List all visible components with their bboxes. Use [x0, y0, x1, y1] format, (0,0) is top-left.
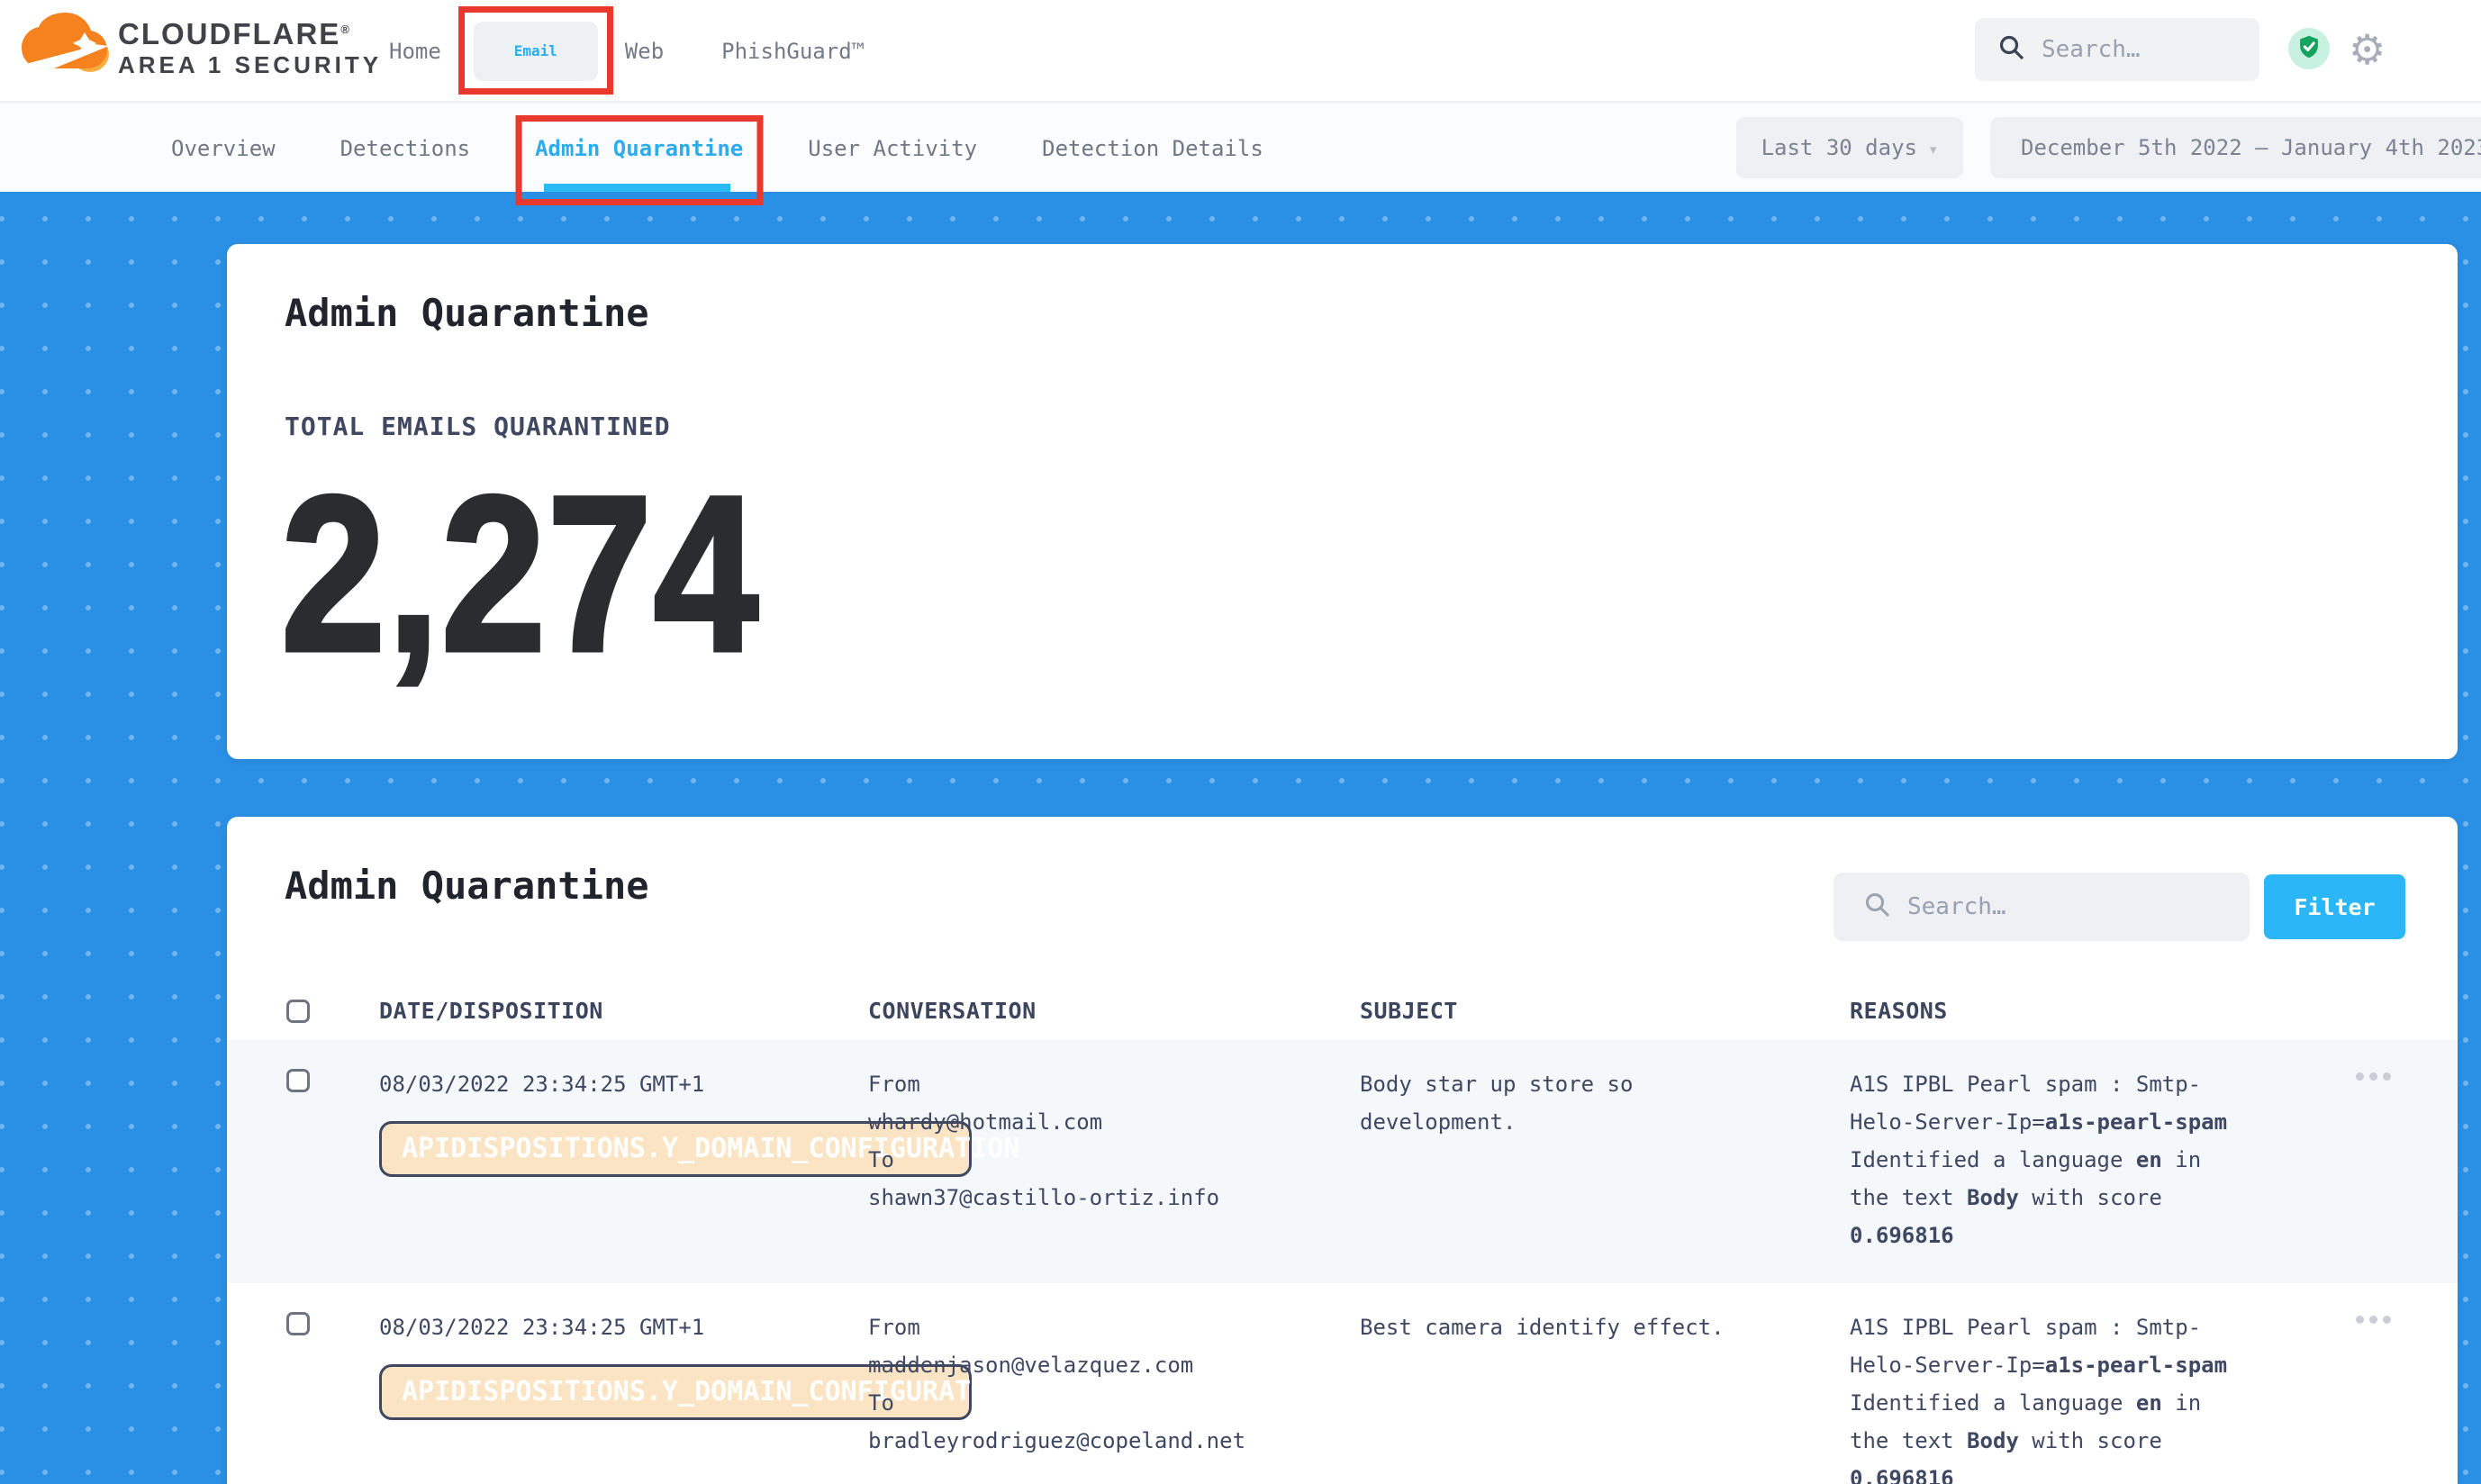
- cloudflare-logo: CLOUDFLARE® AREA 1 SECURITY: [21, 7, 382, 85]
- col-subject: SUBJECT: [1360, 998, 1850, 1024]
- primary-nav: Home Email Web PhishGuard™: [389, 0, 865, 102]
- summary-card-title: Admin Quarantine: [285, 291, 649, 335]
- tab-detection-details[interactable]: Detection Details: [1042, 104, 1263, 194]
- top-header: CLOUDFLARE® AREA 1 SECURITY Home Email W…: [0, 0, 2481, 102]
- row-conversation: From maddenjason@velazquez.com To bradle…: [868, 1283, 1360, 1484]
- row-date: 08/03/2022 23:34:25 GMT+1: [379, 1308, 868, 1346]
- row-subject: Body star up store so development.: [1360, 1065, 1756, 1141]
- from-address[interactable]: maddenjason@velazquez.com: [868, 1346, 1360, 1384]
- metric-label: TOTAL EMAILS QUARANTINED: [285, 412, 671, 441]
- col-conversation: CONVERSATION: [868, 998, 1360, 1024]
- quarantine-card-title: Admin Quarantine: [285, 864, 649, 908]
- date-range-display[interactable]: December 5th 2022 — January 4th 2023: [1990, 117, 2481, 178]
- row-checkbox[interactable]: [286, 1312, 310, 1335]
- summary-card: Admin Quarantine TOTAL EMAILS QUARANTINE…: [227, 244, 2458, 759]
- table-row: 08/03/2022 23:34:25 GMT+1 APIDISPOSITION…: [227, 1283, 2458, 1484]
- table-search[interactable]: [1834, 873, 2250, 941]
- email-subnav: Overview Detections Admin Quarantine Use…: [0, 102, 2481, 192]
- filter-button[interactable]: Filter: [2264, 874, 2405, 939]
- ellipsis-icon: [2356, 1072, 2364, 1081]
- from-address[interactable]: whardy@hotmail.com: [868, 1103, 1360, 1141]
- from-label: From: [868, 1065, 1360, 1103]
- ellipsis-icon: [2369, 1072, 2377, 1081]
- brand-subtitle: AREA 1 SECURITY: [118, 50, 382, 79]
- row-date: 08/03/2022 23:34:25 GMT+1: [379, 1065, 868, 1103]
- to-address[interactable]: bradleyrodriguez@copeland.net: [868, 1422, 1360, 1460]
- ellipsis-icon: [2369, 1316, 2377, 1324]
- to-address[interactable]: shawn37@castillo-ortiz.info: [868, 1179, 1360, 1217]
- table-header: DATE/DISPOSITION CONVERSATION SUBJECT RE…: [227, 982, 2458, 1040]
- search-icon: [1864, 891, 1891, 922]
- row-actions-menu[interactable]: [2356, 1072, 2405, 1081]
- col-reasons: REASONS: [1850, 998, 2354, 1024]
- ellipsis-icon: [2383, 1072, 2391, 1081]
- nav-item-home[interactable]: Home: [389, 39, 441, 64]
- tab-user-activity[interactable]: User Activity: [808, 104, 977, 194]
- row-checkbox[interactable]: [286, 1069, 310, 1092]
- to-label: To: [868, 1141, 1360, 1179]
- quarantine-card: Admin Quarantine Filter DATE/DISPOSITION…: [227, 817, 2458, 1484]
- row-reasons: A1S IPBL Pearl spam : Smtp-Helo-Server-I…: [1850, 1065, 2241, 1254]
- shield-check-icon: [2296, 34, 2322, 63]
- select-all-checkbox[interactable]: [286, 1000, 310, 1023]
- from-label: From: [868, 1308, 1360, 1346]
- brand-name: CLOUDFLARE®: [118, 14, 382, 50]
- main-content: Admin Quarantine TOTAL EMAILS QUARANTINE…: [0, 192, 2481, 1484]
- settings-gear-icon[interactable]: ⚙: [2349, 20, 2386, 79]
- global-search[interactable]: [1975, 18, 2259, 81]
- to-label: To: [868, 1384, 1360, 1422]
- table-search-input[interactable]: [1907, 893, 2196, 920]
- tab-admin-quarantine[interactable]: Admin Quarantine: [535, 104, 743, 194]
- global-search-input[interactable]: [2042, 36, 2222, 63]
- ellipsis-icon: [2356, 1316, 2364, 1324]
- row-actions-menu[interactable]: [2356, 1316, 2405, 1324]
- col-date-disposition: DATE/DISPOSITION: [379, 998, 868, 1024]
- subnav-tabs: Overview Detections Admin Quarantine Use…: [171, 104, 1263, 194]
- chevron-down-icon: ▾: [1928, 140, 1938, 159]
- nav-item-phishguard[interactable]: PhishGuard™: [721, 39, 865, 64]
- security-shield-badge[interactable]: [2288, 28, 2330, 69]
- cloudflare-cloud-icon: [21, 7, 111, 85]
- active-tab-underline: [544, 184, 730, 192]
- tab-overview[interactable]: Overview: [171, 104, 276, 194]
- row-subject: Best camera identify effect.: [1360, 1308, 1756, 1346]
- tab-detections[interactable]: Detections: [340, 104, 471, 194]
- metric-value: 2,274: [281, 464, 760, 685]
- nav-item-web[interactable]: Web: [625, 39, 664, 64]
- row-conversation: From whardy@hotmail.com To shawn37@casti…: [868, 1040, 1360, 1283]
- tab-admin-quarantine-label: Admin Quarantine: [535, 136, 743, 161]
- search-icon: [1998, 34, 2025, 65]
- ellipsis-icon: [2383, 1316, 2391, 1324]
- period-selector[interactable]: Last 30 days ▾: [1736, 117, 1963, 178]
- app-window: CLOUDFLARE® AREA 1 SECURITY Home Email W…: [0, 0, 2481, 1484]
- row-reasons: A1S IPBL Pearl spam : Smtp-Helo-Server-I…: [1850, 1308, 2241, 1484]
- nav-item-email[interactable]: Email: [474, 22, 598, 81]
- table-row: 08/03/2022 23:34:25 GMT+1 APIDISPOSITION…: [227, 1040, 2458, 1283]
- period-selector-label: Last 30 days: [1761, 135, 1917, 160]
